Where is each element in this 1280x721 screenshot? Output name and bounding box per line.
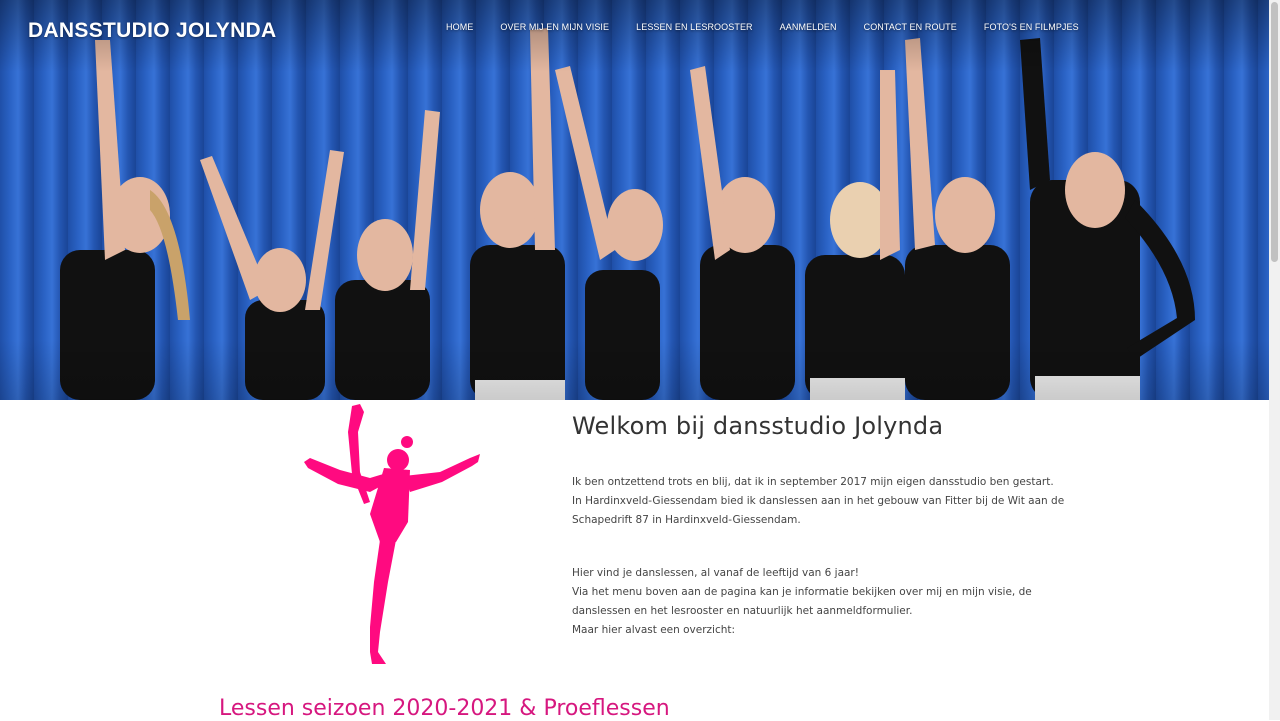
page-scrollbar[interactable]: [1269, 0, 1280, 720]
info-paragraph: Hier vind je danslessen, al vanaf de lee…: [572, 564, 1032, 640]
hero-photo: [60, 28, 1195, 400]
intro-paragraph: Ik ben ontzettend trots en blij, dat ik …: [572, 473, 1064, 530]
nav-over-mij[interactable]: OVER MIJ EN MIJN VISIE: [500, 22, 609, 32]
nav-contact[interactable]: CONTACT EN ROUTE: [864, 22, 957, 32]
nav-home[interactable]: HOME: [446, 22, 473, 32]
welcome-heading: Welkom bij dansstudio Jolynda: [572, 412, 944, 440]
intro-line: In Hardinxveld-Giessendam bied ik dansle…: [572, 495, 1065, 507]
info-line: Maar hier alvast een overzicht:: [572, 624, 736, 636]
hero-banner: [0, 0, 1269, 400]
nav-lessen[interactable]: LESSEN EN LESROOSTER: [636, 22, 753, 32]
site-brand[interactable]: DANSSTUDIO JOLYNDA: [28, 19, 277, 43]
nav-aanmelden[interactable]: AANMELDEN: [780, 22, 837, 32]
intro-line: Schapedrift 87 in Hardinxveld-Giessendam…: [572, 514, 801, 526]
nav-fotos[interactable]: FOTO'S EN FILMPJES: [984, 22, 1079, 32]
scrollbar-thumb[interactable]: [1271, 2, 1278, 262]
dancer-silhouette-icon: [304, 404, 480, 664]
info-line: Via het menu boven aan de pagina kan je …: [572, 586, 1032, 598]
info-line: Hier vind je danslessen, al vanaf de lee…: [572, 567, 859, 579]
intro-line: Ik ben ontzettend trots en blij, dat ik …: [572, 476, 1054, 488]
info-line: danslessen en het lesrooster en natuurli…: [572, 605, 913, 617]
season-heading: Lessen seizoen 2020-2021 & Proeflessen: [219, 696, 670, 721]
main-nav: HOME OVER MIJ EN MIJN VISIE LESSEN EN LE…: [446, 22, 1079, 32]
